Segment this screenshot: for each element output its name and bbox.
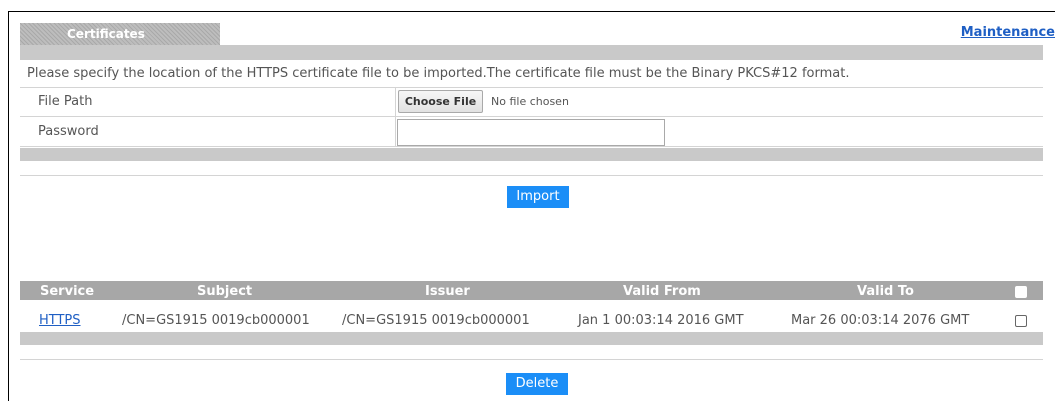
delete-button[interactable]: Delete <box>506 373 568 395</box>
select-all-checkbox[interactable] <box>1015 286 1027 298</box>
column-header-issuer: Issuer <box>425 284 470 299</box>
tab-certificates: Certificates <box>20 23 220 45</box>
section-divider <box>20 175 1043 176</box>
choose-file-button[interactable]: Choose File <box>398 90 483 113</box>
row-select-checkbox[interactable] <box>1015 315 1027 327</box>
cell-issuer: /CN=GS1915 0019cb000001 <box>342 313 530 328</box>
cell-valid-to: Mar 26 00:03:14 2076 GMT <box>791 313 970 328</box>
column-divider <box>395 87 396 147</box>
column-header-subject: Subject <box>197 284 253 299</box>
maintenance-link[interactable]: Maintenance <box>961 25 1055 40</box>
file-path-label: File Path <box>38 94 93 109</box>
tab-certificates-label: Certificates <box>67 27 145 41</box>
column-header-valid-to: Valid To <box>857 284 914 299</box>
cell-subject: /CN=GS1915 0019cb000001 <box>122 313 310 328</box>
row-divider <box>20 87 1043 88</box>
column-header-service: Service <box>40 284 95 299</box>
service-link-https[interactable]: HTTPS <box>39 313 81 328</box>
section-divider <box>20 359 1043 360</box>
import-button[interactable]: Import <box>507 186 569 208</box>
table-footer-bar <box>20 332 1043 345</box>
row-divider <box>20 116 1043 117</box>
password-label: Password <box>38 124 99 139</box>
header-divider-bar <box>20 45 1043 60</box>
import-instructions: Please specify the location of the HTTPS… <box>27 66 850 81</box>
cell-valid-from: Jan 1 00:03:14 2016 GMT <box>578 313 744 328</box>
row-divider <box>20 146 1043 147</box>
file-status-text: No file chosen <box>491 95 569 108</box>
form-footer-bar <box>20 148 1043 161</box>
column-header-valid-from: Valid From <box>623 284 701 299</box>
password-input[interactable] <box>397 119 665 146</box>
